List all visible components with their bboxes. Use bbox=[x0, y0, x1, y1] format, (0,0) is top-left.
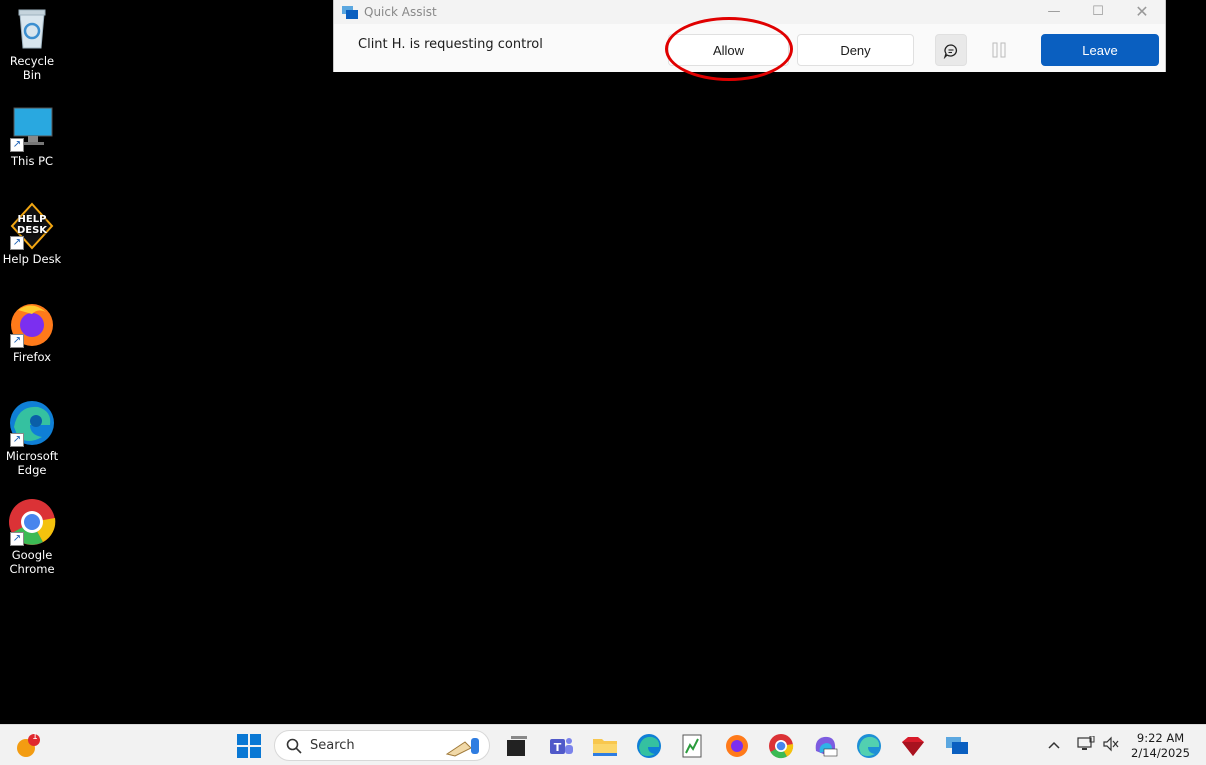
clock-time: 9:22 AM bbox=[1136, 731, 1185, 745]
request-message: Clint H. is requesting control bbox=[358, 37, 543, 52]
edge-icon: ↗ bbox=[8, 399, 56, 447]
taskbar: 1 Search T 9:22 AM 2/14/2025 bbox=[0, 724, 1206, 765]
chat-icon bbox=[943, 44, 957, 60]
start-button[interactable] bbox=[236, 733, 262, 759]
desktop-icon-recycle-bin[interactable]: Recycle Bin bbox=[0, 4, 64, 82]
volume-muted-icon[interactable] bbox=[1102, 736, 1120, 754]
windows-logo-icon bbox=[237, 734, 261, 758]
taskbar-firefox[interactable] bbox=[724, 733, 750, 759]
leave-button[interactable]: Leave bbox=[1041, 34, 1159, 66]
notepad-icon bbox=[682, 734, 702, 758]
taskbar-edge-beta[interactable] bbox=[856, 733, 882, 759]
shortcut-arrow-icon: ↗ bbox=[10, 138, 24, 152]
chrome-icon bbox=[769, 734, 794, 759]
taskbar-file-explorer[interactable] bbox=[592, 733, 618, 759]
weather-widget[interactable]: 1 bbox=[14, 732, 40, 759]
shortcut-arrow-icon: ↗ bbox=[10, 334, 24, 348]
desktop-icon-firefox[interactable]: ↗ Firefox bbox=[0, 300, 64, 364]
folder-icon bbox=[593, 739, 617, 756]
taskbar-chrome[interactable] bbox=[768, 733, 794, 759]
search-highlight-icon bbox=[445, 738, 479, 757]
desktop-icon-label: Google Chrome bbox=[9, 548, 55, 576]
chat-button[interactable] bbox=[935, 34, 967, 66]
taskbar-task-view[interactable] bbox=[504, 733, 530, 759]
recycle-bin-icon bbox=[8, 4, 56, 52]
taskbar-ruby-app[interactable] bbox=[900, 733, 926, 759]
annotation-circle bbox=[665, 17, 793, 81]
taskbar-quick-assist[interactable] bbox=[944, 733, 970, 759]
desktop-icon-microsoft-edge[interactable]: ↗ Microsoft Edge bbox=[0, 399, 64, 477]
clock-date: 2/14/2025 bbox=[1131, 746, 1190, 760]
shortcut-arrow-icon: ↗ bbox=[10, 532, 24, 546]
taskbar-notepad[interactable] bbox=[680, 733, 706, 759]
firefox-icon: ↗ bbox=[8, 300, 56, 348]
desktop-icon-label: Firefox bbox=[12, 350, 52, 364]
minimize-button[interactable]: — bbox=[1032, 2, 1076, 22]
close-button[interactable]: ✕ bbox=[1120, 2, 1164, 22]
chrome-icon: ↗ bbox=[8, 498, 56, 546]
maximize-button[interactable]: ☐ bbox=[1076, 2, 1120, 22]
task-view-icon bbox=[507, 736, 527, 756]
taskbar-clock[interactable]: 9:22 AM 2/14/2025 bbox=[1131, 731, 1190, 761]
ruby-icon bbox=[902, 737, 924, 756]
network-icon[interactable] bbox=[1077, 735, 1095, 754]
firefox-icon bbox=[726, 735, 748, 757]
taskbar-m365[interactable] bbox=[812, 733, 838, 759]
deny-button[interactable]: Deny bbox=[797, 34, 914, 66]
svg-text:DESK: DESK bbox=[17, 225, 48, 236]
shortcut-arrow-icon: ↗ bbox=[10, 433, 24, 447]
svg-text:T: T bbox=[554, 741, 562, 754]
quick-assist-icon bbox=[946, 737, 968, 754]
desktop-icon-google-chrome[interactable]: ↗ Google Chrome bbox=[0, 498, 64, 576]
monitor-icon: ↗ bbox=[8, 104, 56, 152]
desktop-icon-label: Help Desk bbox=[2, 252, 62, 266]
notification-badge: 1 bbox=[32, 732, 38, 742]
svg-text:HELP: HELP bbox=[18, 214, 47, 225]
quick-assist-app-icon bbox=[342, 5, 358, 19]
help-desk-icon: HELP DESK ↗ bbox=[8, 202, 56, 250]
desktop-icon-help-desk[interactable]: HELP DESK ↗ Help Desk bbox=[0, 202, 64, 266]
desktop-icon-label: Recycle Bin bbox=[9, 54, 55, 82]
desktop-icon-this-pc[interactable]: ↗ This PC bbox=[0, 104, 64, 168]
shortcut-arrow-icon: ↗ bbox=[10, 236, 24, 250]
teams-icon: T bbox=[550, 738, 573, 754]
desktop-icon-label: Microsoft Edge bbox=[5, 449, 59, 477]
search-label: Search bbox=[310, 738, 355, 753]
desktop-icon-label: This PC bbox=[10, 154, 54, 168]
edge-beta-icon bbox=[857, 734, 881, 758]
pause-button[interactable] bbox=[984, 34, 1014, 66]
window-title: Quick Assist bbox=[364, 5, 437, 19]
taskbar-search[interactable]: Search bbox=[274, 730, 490, 761]
taskbar-edge[interactable] bbox=[636, 733, 662, 759]
taskbar-teams[interactable]: T bbox=[548, 733, 574, 759]
edge-icon bbox=[637, 734, 661, 758]
pause-icon bbox=[992, 42, 1006, 58]
search-icon bbox=[286, 738, 302, 754]
tray-overflow-chevron-icon[interactable] bbox=[1045, 736, 1063, 754]
microsoft-365-icon bbox=[815, 736, 838, 757]
